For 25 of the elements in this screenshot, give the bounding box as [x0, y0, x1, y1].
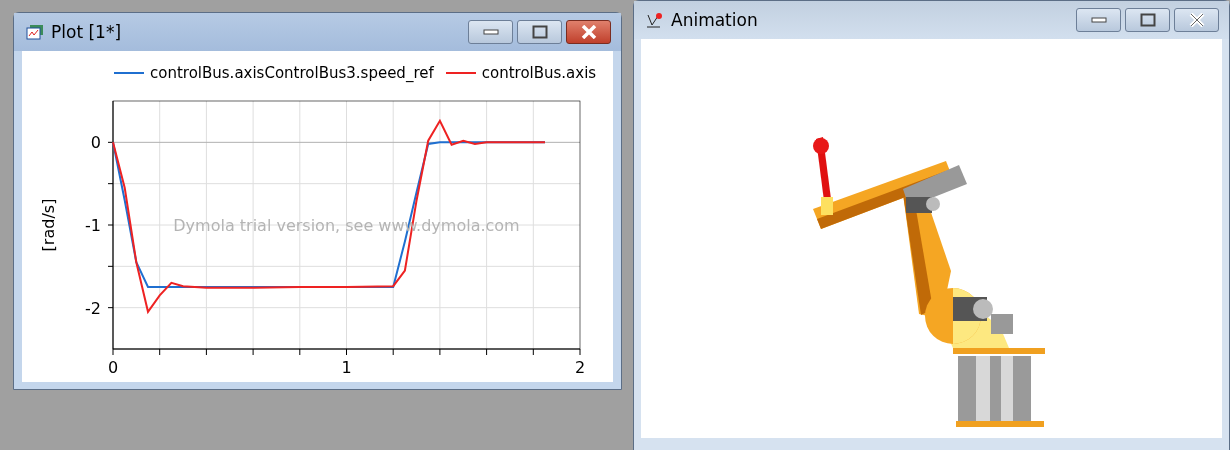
window-title: Animation	[671, 10, 758, 30]
legend-label: controlBus.axisControlBus3.speed_ref	[150, 63, 434, 82]
close-button[interactable]	[566, 20, 611, 44]
maximize-button[interactable]	[517, 20, 562, 44]
minimize-button[interactable]	[1076, 8, 1121, 32]
x-tick-label: 0	[107, 357, 119, 377]
x-tick-label: 1	[341, 357, 352, 377]
window-title: Plot [1*]	[51, 22, 122, 42]
close-icon	[1188, 13, 1205, 27]
y-tick-label: -2	[85, 298, 101, 318]
y-tick-label: 0	[90, 133, 101, 153]
minimize-icon	[482, 29, 499, 35]
pendulum-icon	[646, 12, 664, 28]
maximize-icon	[1139, 13, 1156, 27]
y-axis-label: [rad/s]	[39, 198, 58, 252]
close-button[interactable]	[1174, 8, 1219, 32]
maximize-icon	[531, 25, 548, 39]
minimize-icon	[1090, 17, 1107, 23]
chart-window-icon	[26, 24, 44, 40]
close-icon	[580, 25, 597, 39]
y-tick-label: -1	[85, 215, 101, 235]
maximize-button[interactable]	[1125, 8, 1170, 32]
x-tick-label: 2	[574, 357, 586, 377]
legend-label: controlBus.axis	[481, 63, 597, 82]
minimize-button[interactable]	[468, 20, 513, 44]
